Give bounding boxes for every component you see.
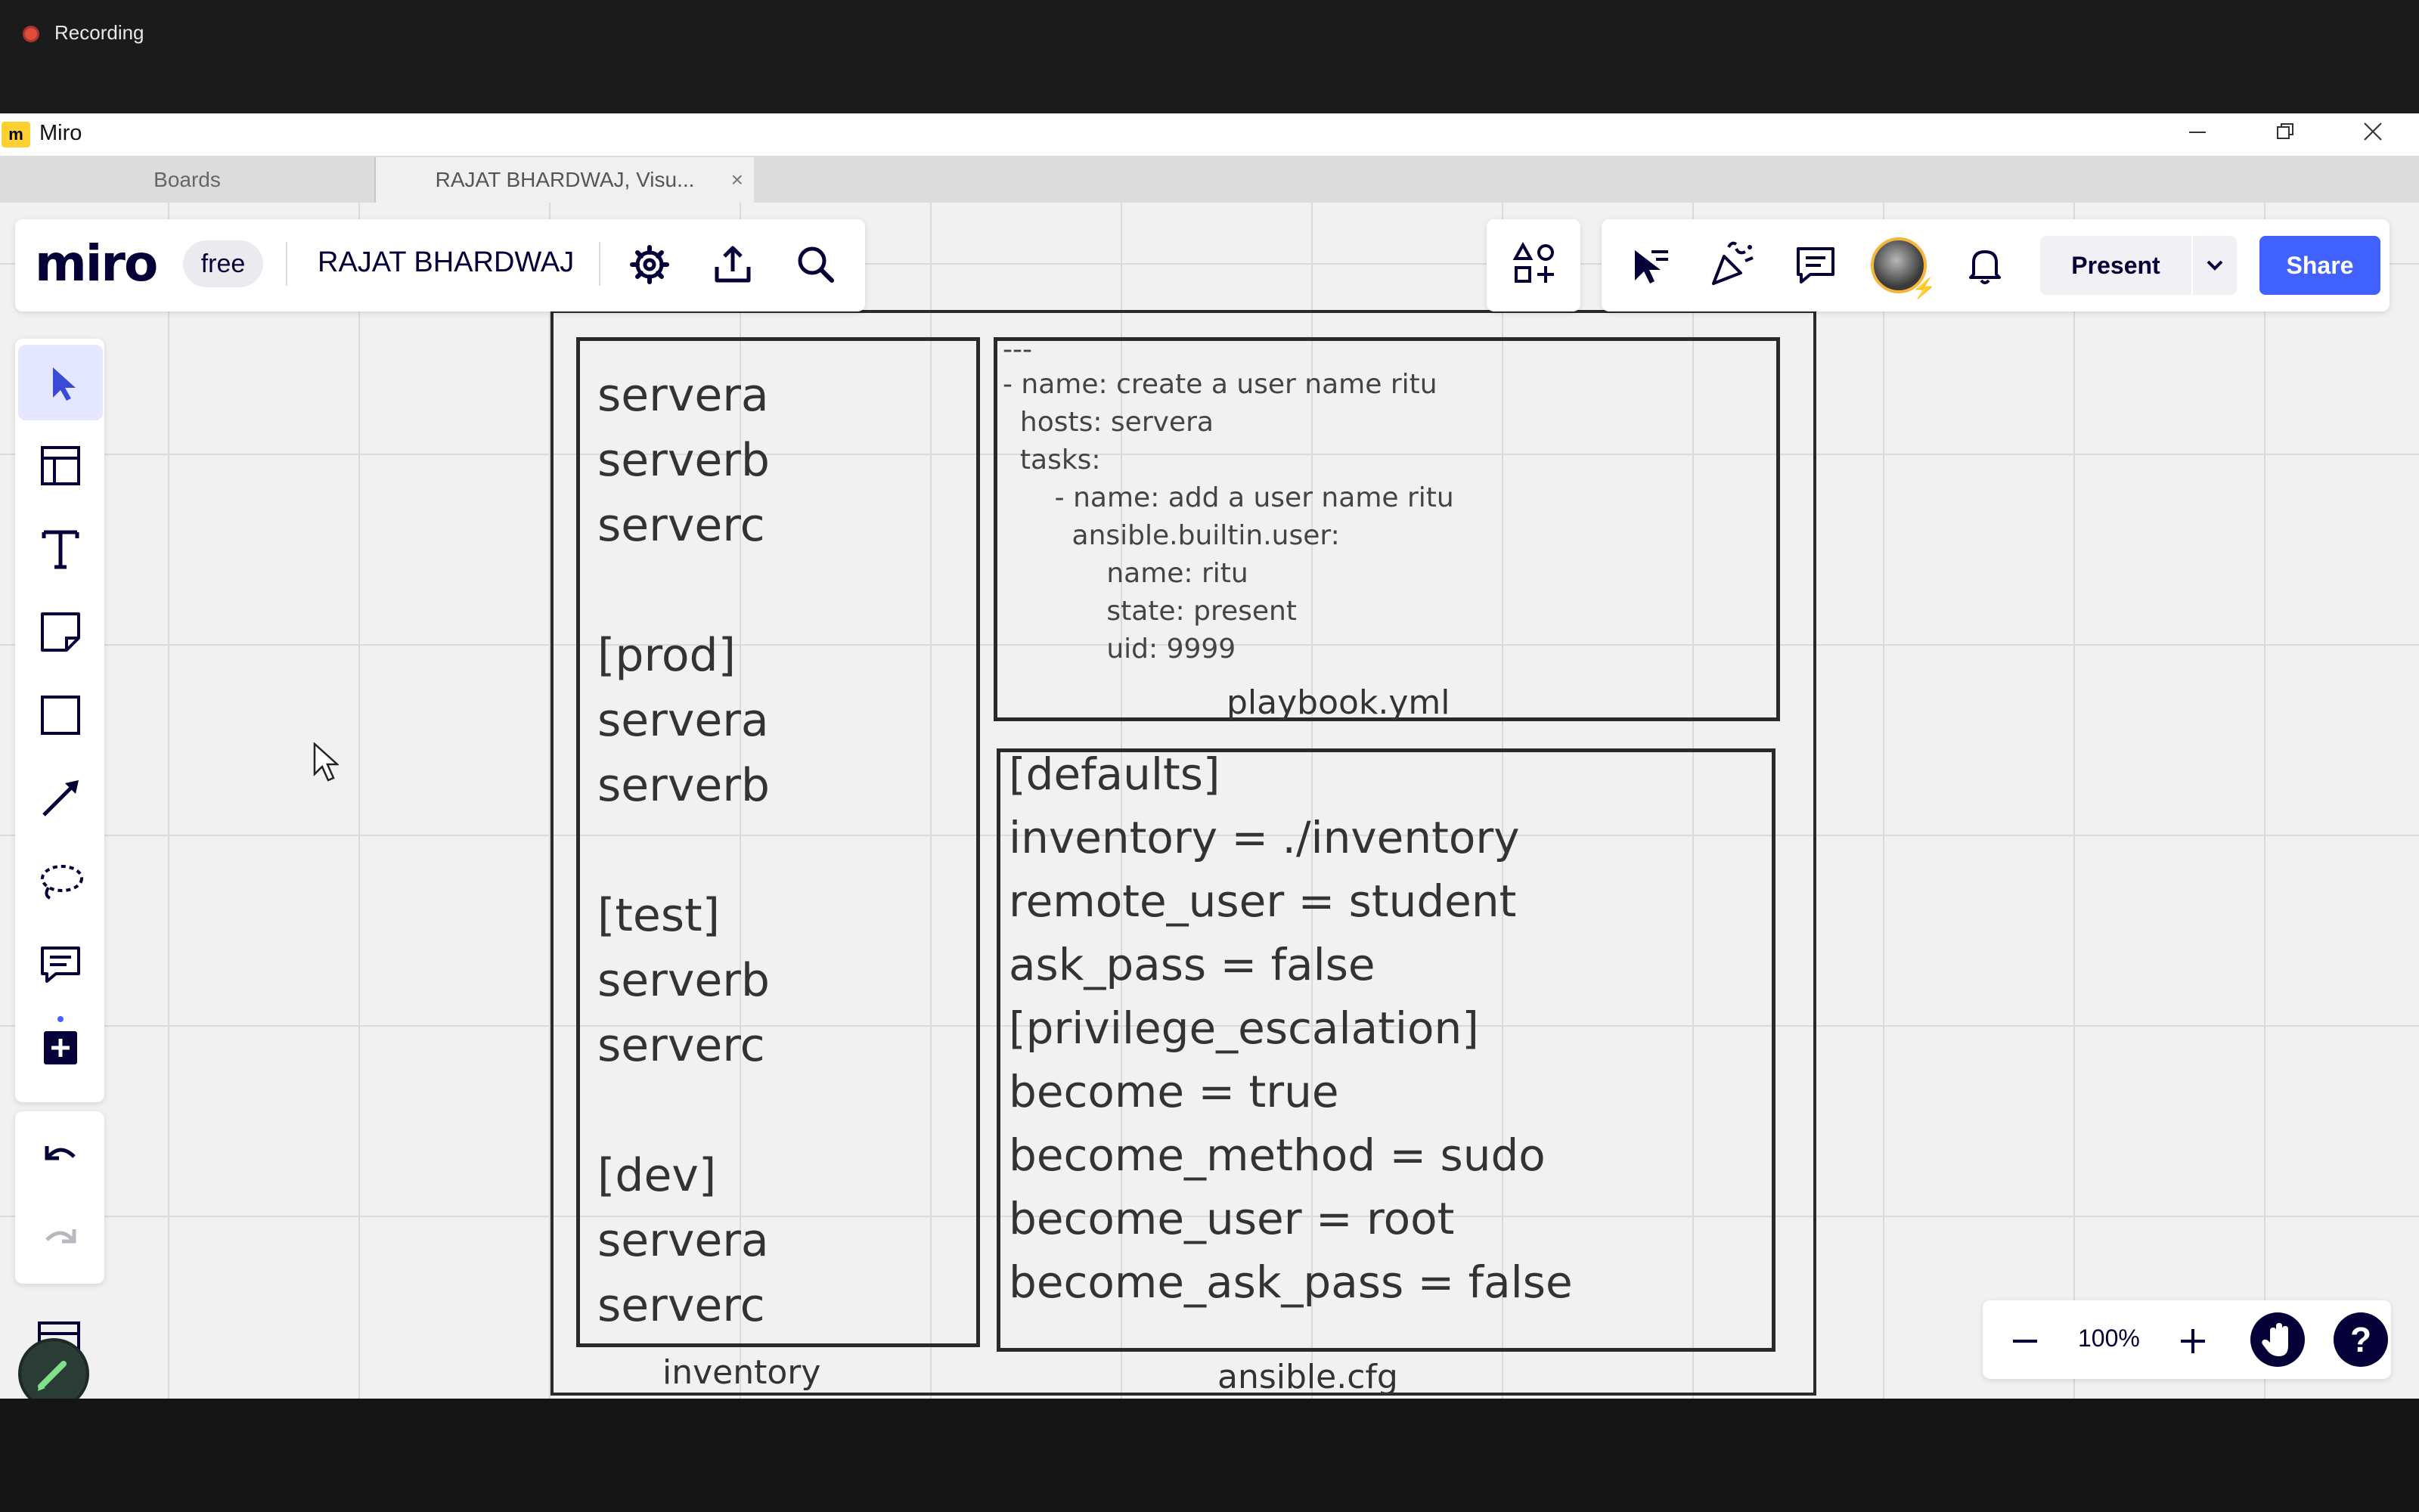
comments-icon[interactable] [1789, 238, 1842, 291]
connection-line-tool[interactable] [18, 761, 103, 836]
share-button[interactable]: Share [2259, 236, 2380, 295]
restore-button[interactable] [2247, 115, 2323, 154]
cfg-line: [privilege_escalation] [1009, 1002, 1479, 1054]
templates-tool[interactable] [18, 428, 103, 503]
inventory-line: servera [597, 694, 769, 747]
redo-button[interactable] [18, 1201, 103, 1276]
inventory-line: serverb [597, 954, 771, 1007]
close-tab-icon[interactable]: × [731, 157, 743, 203]
playbook-line: --- [1003, 334, 1032, 365]
present-button[interactable]: Present [2040, 236, 2191, 295]
sticky-note-tool[interactable] [18, 594, 103, 670]
lasso-icon [41, 865, 83, 900]
minimize-button[interactable] [2160, 115, 2235, 154]
board-name[interactable]: RAJAT BHARDWAJ [318, 246, 574, 279]
inventory-line: serverc [597, 499, 765, 552]
recording-bar [0, 0, 2419, 113]
cfg-line: inventory = ./inventory [1009, 812, 1520, 863]
inventory-line: serverb [597, 759, 771, 812]
window-title-bar [0, 113, 2419, 156]
playbook-line: tasks: [1003, 445, 1101, 476]
cfg-line: become = true [1009, 1066, 1339, 1117]
inventory-line: serverb [597, 434, 771, 487]
close-window-button[interactable] [2335, 115, 2411, 154]
header-divider [286, 242, 287, 286]
inventory-line: [prod] [597, 629, 737, 682]
plan-badge[interactable]: free [183, 240, 263, 287]
recording-label: Recording [54, 21, 144, 44]
recording-icon [23, 26, 39, 42]
pencil-icon [38, 1361, 67, 1391]
cfg-line: ask_pass = false [1009, 939, 1375, 990]
minus-icon [2013, 1340, 2037, 1343]
shape-tool[interactable] [18, 677, 103, 753]
celebrate-icon[interactable] [1706, 238, 1759, 291]
redo-icon [45, 1229, 76, 1244]
cfg-line: remote_user = student [1009, 875, 1517, 927]
lasso-tool[interactable] [18, 844, 103, 919]
notifications-bell-icon[interactable] [1958, 238, 2011, 291]
miro-logo[interactable]: miro [35, 234, 158, 293]
tab-board-label: RAJAT BHARDWAJ, Visu... [435, 168, 695, 191]
playbook-line: uid: 9999 [1003, 634, 1236, 665]
undo-icon [45, 1146, 76, 1160]
comment-tool[interactable] [18, 927, 103, 1002]
cfg-line: [defaults] [1009, 748, 1220, 800]
rectangle-icon [41, 696, 80, 735]
playbook-line: state: present [1003, 596, 1297, 627]
inventory-caption: inventory [662, 1353, 821, 1392]
window-title: Miro [39, 121, 82, 145]
bottom-letterbox [0, 1399, 2419, 1512]
zoom-level[interactable]: 100% [2078, 1325, 2140, 1352]
help-button[interactable]: ? [2334, 1312, 2388, 1367]
tab-boards[interactable]: Boards [0, 157, 376, 203]
lightning-icon: ⚡ [1912, 277, 1937, 299]
playbook-caption: playbook.yml [1227, 683, 1450, 722]
playbook-line: name: ritu [1003, 558, 1248, 589]
board-settings-gear-icon[interactable] [623, 238, 676, 291]
inventory-line: [test] [597, 889, 721, 942]
text-tool[interactable] [18, 511, 103, 587]
inventory-line: serverc [597, 1279, 765, 1332]
hand-icon [2262, 1323, 2288, 1356]
inventory-line: serverc [597, 1019, 765, 1072]
cfg-line: become_user = root [1009, 1193, 1455, 1244]
export-upload-icon[interactable] [706, 238, 759, 291]
inventory-line: servera [597, 369, 769, 422]
sticky-note-icon [41, 612, 80, 652]
chevron-down-icon [2207, 260, 2223, 271]
miro-app-icon: m [2, 122, 30, 147]
text-icon [42, 530, 79, 569]
zoom-out-button[interactable] [2007, 1326, 2043, 1360]
playbook-line: - name: add a user name ritu [1003, 482, 1454, 513]
ansible-cfg-caption: ansible.cfg [1217, 1358, 1398, 1396]
present-options-button[interactable] [2193, 236, 2237, 295]
select-tool[interactable] [18, 345, 103, 420]
reactions-cursor-icon[interactable] [1624, 238, 1677, 291]
apps-shapes-icon[interactable] [1508, 237, 1561, 290]
more-apps-tool[interactable] [18, 1010, 103, 1086]
tab-board[interactable]: RAJAT BHARDWAJ, Visu... × [376, 157, 754, 203]
undo-button[interactable] [18, 1117, 103, 1193]
playbook-line: hosts: servera [1003, 407, 1214, 438]
playbook-line: - name: create a user name ritu [1003, 369, 1437, 400]
cfg-line: become_ask_pass = false [1009, 1256, 1573, 1308]
header-divider [599, 242, 600, 286]
add-apps-plus-icon [44, 1016, 77, 1064]
hand-tool-button[interactable] [2250, 1312, 2305, 1367]
cfg-line: become_method = sudo [1009, 1129, 1546, 1181]
plus-icon [2181, 1329, 2205, 1353]
comment-icon [41, 947, 80, 983]
search-icon[interactable] [789, 238, 842, 291]
inventory-line: servera [597, 1214, 769, 1267]
templates-icon [41, 446, 80, 485]
select-arrow-icon [53, 367, 76, 401]
arrow-line-icon [42, 780, 79, 816]
playbook-line: ansible.builtin.user: [1003, 520, 1340, 551]
inventory-line: [dev] [597, 1149, 717, 1202]
zoom-in-button[interactable] [2175, 1323, 2211, 1363]
mouse-cursor-icon [313, 742, 340, 785]
